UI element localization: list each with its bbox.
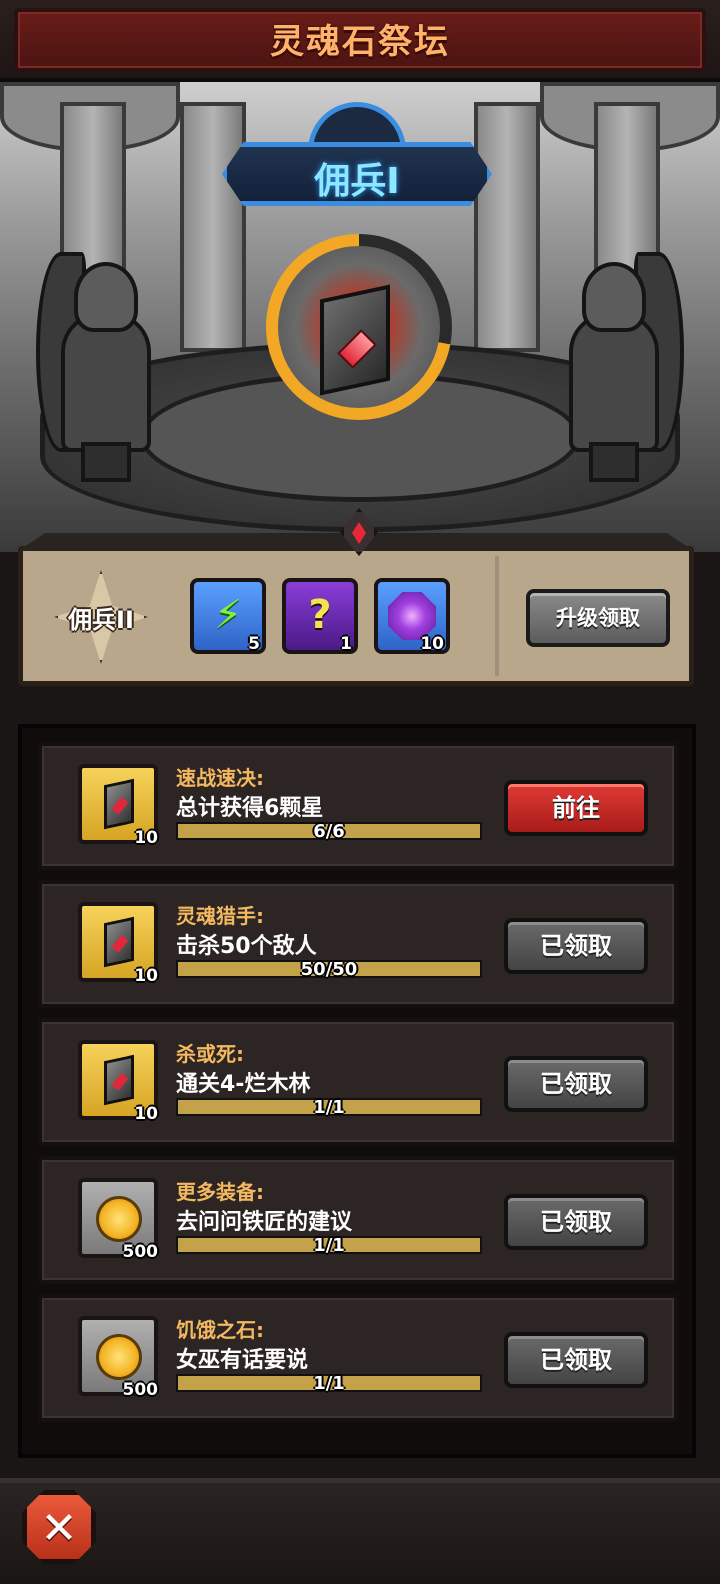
page-title: 灵魂石祭坛 (270, 22, 450, 62)
quest-title: 更多装备: (176, 1180, 264, 1204)
next-rank-badge: 佣兵II (46, 566, 156, 670)
mystery-box-icon: ? (308, 592, 332, 638)
reward-qty: 1 (340, 634, 352, 654)
quest-progress-text: 1/1 (313, 1373, 345, 1394)
quest-reward-qty: 10 (134, 1104, 158, 1124)
next-rank-label: 佣兵II (68, 606, 134, 634)
energy-bolt-icon: ⚡ (213, 592, 243, 638)
current-rank-label: 佣兵I (314, 161, 400, 202)
quest-progress-text: 1/1 (313, 1235, 345, 1256)
upgrade-claim-button[interactable]: 升级领取 (526, 589, 670, 647)
statue-head (582, 262, 646, 332)
soul-stone-icon (104, 778, 134, 830)
stone-pillar (474, 102, 540, 352)
quest-progress-bar: 6/6 (176, 821, 482, 842)
quest-description: 总计获得6颗星 (176, 796, 324, 821)
quest-reward-frame: 10 (78, 902, 158, 986)
quest-progress-bar: 1/1 (176, 1097, 482, 1118)
quest-description: 女巫有话要说 (176, 1348, 309, 1373)
quest-title: 杀或死: (176, 1042, 244, 1066)
quest-progress-bar: 50/50 (176, 959, 482, 980)
statue-body (569, 312, 659, 452)
quest-title: 灵魂猎手: (176, 904, 264, 928)
gold-coin-icon (96, 1334, 142, 1380)
quest-claimed-button[interactable]: 已领取 (504, 1332, 648, 1388)
quest-title: 速战速决: (176, 766, 264, 790)
quest-progress-bar: 1/1 (176, 1235, 482, 1256)
quest-reward-frame: 10 (78, 1040, 158, 1124)
quest-description: 去问问铁匠的建议 (176, 1210, 353, 1235)
soul-stone-icon (104, 1054, 134, 1106)
reward-qty: 10 (420, 634, 444, 654)
statue-legs (589, 442, 639, 482)
quest-card: 10 杀或死: 通关4-烂木林 1/1 已领取 (38, 1018, 678, 1146)
quest-card: 500 饥饿之石: 女巫有话要说 1/1 已领取 (38, 1294, 678, 1422)
reward-qty: 5 (248, 634, 260, 654)
quest-progress-bar: 1/1 (176, 1373, 482, 1394)
quest-reward-frame: 500 (78, 1178, 158, 1262)
quest-reward-qty: 500 (122, 1380, 159, 1400)
quest-claimed-button[interactable]: 已领取 (504, 918, 648, 974)
gold-coin-icon (96, 1196, 142, 1242)
quest-title: 饥饿之石: (176, 1318, 264, 1342)
purple-portal-stone-icon (388, 592, 436, 640)
stone-pillar (180, 102, 246, 352)
quest-reward-qty: 10 (134, 966, 158, 986)
quest-go-button[interactable]: 前往 (504, 780, 648, 836)
quest-progress-text: 1/1 (313, 1097, 345, 1118)
title-bar: 灵魂石祭坛 (0, 0, 720, 82)
quest-card: 500 更多装备: 去问问铁匠的建议 1/1 已领取 (38, 1156, 678, 1284)
quest-reward-frame: 500 (78, 1316, 158, 1400)
quest-reward-qty: 10 (134, 828, 158, 848)
quest-progress-text: 50/50 (300, 959, 358, 980)
close-x-icon: ✕ (40, 1503, 78, 1554)
soul-stone-icon (104, 916, 134, 968)
panel-divider (495, 556, 499, 676)
quest-reward-qty: 500 (122, 1242, 159, 1262)
statue-head (74, 262, 138, 332)
statue-body (61, 312, 151, 452)
quest-claimed-button[interactable]: 已领取 (504, 1056, 648, 1112)
quest-reward-frame: 10 (78, 764, 158, 848)
quest-progress-text: 6/6 (313, 821, 345, 842)
statue-legs (81, 442, 131, 482)
knight-statue-left (36, 252, 166, 492)
quest-description: 击杀50个敌人 (176, 934, 317, 959)
knight-statue-right (554, 252, 684, 492)
quest-description: 通关4-烂木林 (176, 1072, 311, 1097)
quest-card: 10 速战速决: 总计获得6颗星 6/6 前往 (38, 742, 678, 870)
bottom-bar (0, 1478, 720, 1584)
quest-card: 10 灵魂猎手: 击杀50个敌人 50/50 已领取 (38, 880, 678, 1008)
reward-energy[interactable]: ⚡ 5 (190, 578, 266, 654)
reward-mystery-box[interactable]: ? 1 (282, 578, 358, 654)
reward-portal-stone[interactable]: 10 (374, 578, 450, 654)
altar-scene: 佣兵I (0, 82, 720, 552)
quest-claimed-button[interactable]: 已领取 (504, 1194, 648, 1250)
